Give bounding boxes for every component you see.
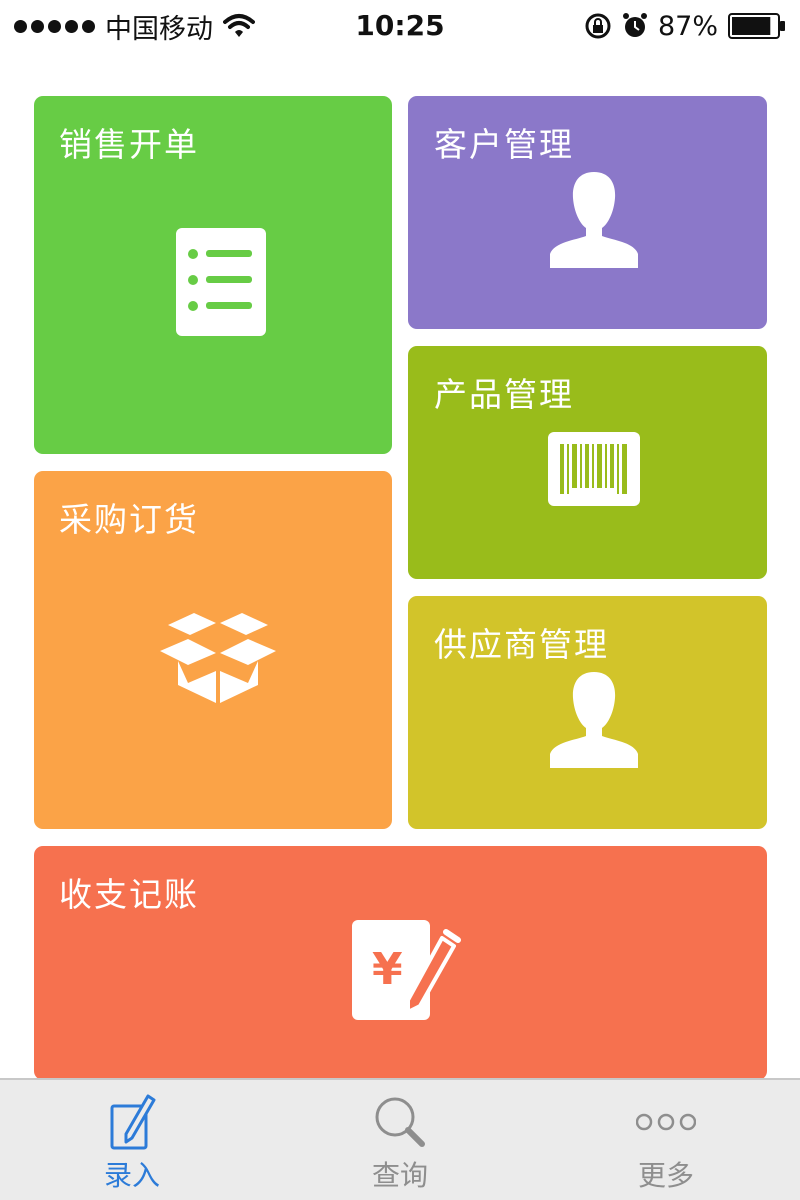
tile-customer-management[interactable]: 客户管理 bbox=[408, 96, 767, 329]
tile-product-management[interactable]: 产品管理 bbox=[408, 346, 767, 579]
tile-sales-order-label: 销售开单 bbox=[59, 125, 199, 164]
yen-note-pen-icon: ¥ bbox=[352, 920, 461, 1020]
rotation-lock-icon bbox=[585, 13, 611, 39]
tab-query[interactable]: 查询 bbox=[300, 1080, 500, 1200]
wifi-icon bbox=[223, 14, 255, 37]
battery-percent: 87% bbox=[657, 10, 718, 42]
tab-entry-label: 录入 bbox=[103, 1159, 160, 1192]
person-icon bbox=[550, 172, 638, 268]
barcode-icon bbox=[548, 432, 640, 506]
tile-supplier-management-label: 供应商管理 bbox=[434, 625, 609, 664]
signal-dots-icon bbox=[14, 19, 95, 33]
battery-icon bbox=[728, 13, 785, 39]
status-right: 87% bbox=[584, 8, 786, 44]
tile-customer-management-label: 客户管理 bbox=[434, 125, 574, 164]
list-document-icon bbox=[176, 228, 266, 336]
search-icon bbox=[375, 1097, 425, 1147]
person-icon bbox=[550, 672, 638, 768]
tile-purchase-order-label: 采购订货 bbox=[59, 500, 199, 539]
svg-text:¥: ¥ bbox=[372, 944, 403, 995]
status-bar: 中国移动 10:25 87% bbox=[0, 0, 800, 52]
tile-income-expense[interactable]: 收支记账 ¥ bbox=[34, 846, 767, 1080]
edit-pen-icon bbox=[110, 1094, 156, 1150]
tab-more-label: 更多 bbox=[637, 1159, 694, 1192]
tab-query-label: 查询 bbox=[371, 1159, 428, 1192]
more-dots-icon bbox=[636, 1113, 696, 1131]
carrier-name: 中国移动 bbox=[105, 13, 213, 45]
tile-sales-order[interactable]: 销售开单 bbox=[34, 96, 392, 454]
open-box-icon bbox=[160, 613, 276, 703]
tile-income-expense-label: 收支记账 bbox=[59, 875, 199, 914]
tab-more[interactable]: 更多 bbox=[566, 1080, 766, 1200]
tab-bar: 录入 查询 更多 bbox=[0, 1078, 800, 1200]
status-left: 中国移动 bbox=[14, 8, 255, 45]
tile-product-management-label: 产品管理 bbox=[434, 375, 574, 414]
alarm-icon bbox=[622, 13, 647, 37]
tab-entry[interactable]: 录入 bbox=[32, 1080, 232, 1200]
tile-supplier-management[interactable]: 供应商管理 bbox=[408, 596, 767, 829]
tile-purchase-order[interactable]: 采购订货 bbox=[34, 471, 392, 829]
